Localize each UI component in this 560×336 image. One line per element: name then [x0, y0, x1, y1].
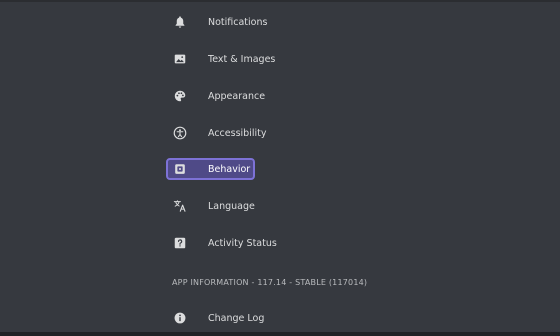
- menu-item-label: Activity Status: [208, 237, 277, 249]
- menu-item-label: Language: [208, 200, 255, 212]
- image-icon: [172, 51, 188, 67]
- translate-icon: [172, 198, 188, 214]
- menu-item-label: Notifications: [208, 16, 268, 28]
- menu-item-label: Behavior: [208, 163, 251, 175]
- menu-item-label: Change Log: [208, 312, 265, 324]
- menu-item-label: Appearance: [208, 90, 266, 102]
- palette-icon: [172, 88, 188, 104]
- menu-item-appearance[interactable]: Appearance: [166, 85, 265, 107]
- menu-item-accessibility[interactable]: Accessibility: [166, 122, 266, 144]
- bell-icon: [172, 14, 188, 30]
- activity-status-icon: [172, 235, 188, 251]
- settings-screen: Notifications Text & Images Appearance A…: [0, 0, 560, 336]
- info-icon: [172, 310, 188, 326]
- menu-item-notifications[interactable]: Notifications: [166, 11, 267, 33]
- behavior-icon: [172, 161, 188, 177]
- accessibility-icon: [172, 125, 188, 141]
- menu-item-label: Text & Images: [208, 53, 276, 65]
- menu-item-change-log[interactable]: Change Log: [166, 307, 264, 329]
- menu-item-activity-status[interactable]: Activity Status: [166, 232, 277, 254]
- menu-item-text-images[interactable]: Text & Images: [166, 48, 275, 70]
- menu-item-language[interactable]: Language: [166, 195, 255, 217]
- app-information-header: APP INFORMATION - 117.14 - STABLE (11701…: [172, 278, 368, 287]
- menu-item-label: Accessibility: [208, 127, 267, 139]
- menu-item-behavior[interactable]: Behavior: [166, 158, 255, 180]
